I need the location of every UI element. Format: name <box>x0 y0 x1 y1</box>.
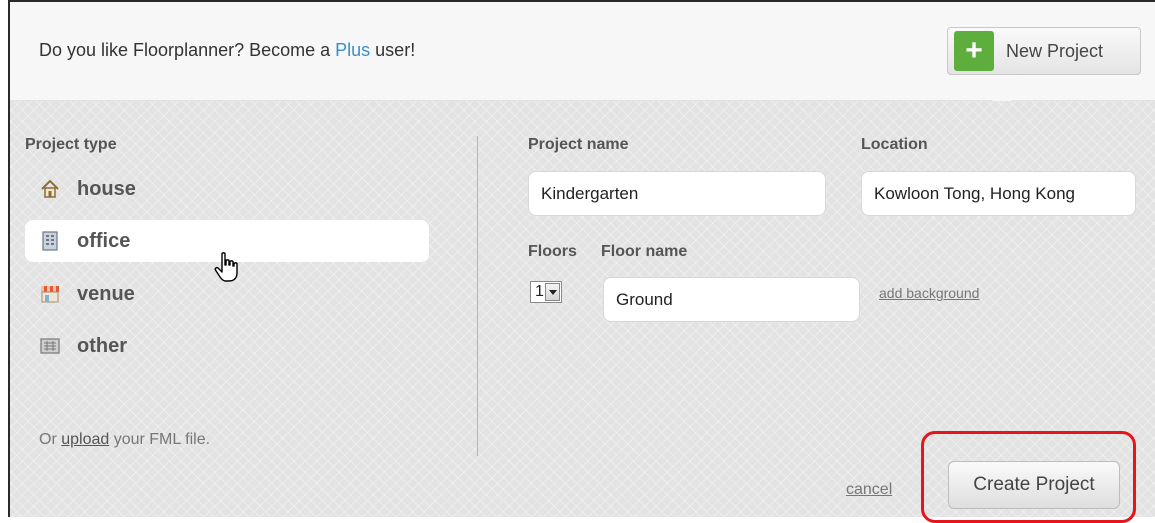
promo-text: Do you like Floorplanner? Become a Plus … <box>39 40 415 61</box>
hand-pointer-icon <box>213 251 241 288</box>
upload-text: Or upload your FML file. <box>39 431 210 449</box>
project-type-label: house <box>77 177 136 200</box>
header-bar: Do you like Floorplanner? Become a Plus … <box>10 2 1155 101</box>
project-type-label: other <box>77 334 127 357</box>
new-project-button[interactable]: + New Project <box>947 27 1141 75</box>
project-type-label: venue <box>77 282 135 305</box>
new-project-label: New Project <box>1006 40 1104 61</box>
upload-prefix: Or <box>39 431 62 448</box>
project-type-heading: Project type <box>25 136 117 153</box>
floor-name-label: Floor name <box>601 243 688 260</box>
location-input[interactable]: Kowloon Tong, Hong Kong <box>861 171 1136 216</box>
floor-name-input[interactable]: Ground <box>603 277 860 322</box>
project-type-label: office <box>77 229 131 252</box>
promo-prefix: Do you like Floorplanner? Become a <box>39 40 336 60</box>
floors-select[interactable]: 1 <box>530 281 562 303</box>
floors-label: Floors <box>528 243 577 260</box>
chevron-down-icon[interactable] <box>545 283 560 301</box>
new-project-panel: Project type house office venue other Or… <box>10 101 1155 517</box>
cancel-link[interactable]: cancel <box>846 481 892 499</box>
venue-storefront-icon <box>40 284 60 304</box>
project-name-label: Project name <box>528 136 629 153</box>
office-building-icon <box>40 231 60 251</box>
add-background-link[interactable]: add background <box>879 285 979 301</box>
project-type-house[interactable]: house <box>25 168 429 210</box>
project-name-input[interactable]: Kindergarten <box>528 171 826 216</box>
create-project-button[interactable]: Create Project <box>948 461 1120 509</box>
plus-icon: + <box>954 31 994 71</box>
house-icon <box>40 179 60 199</box>
other-grid-icon <box>40 336 60 356</box>
column-divider <box>477 136 478 456</box>
promo-suffix: user! <box>370 40 416 60</box>
project-type-other[interactable]: other <box>25 325 429 367</box>
upload-suffix: your FML file. <box>109 431 211 448</box>
location-label: Location <box>861 136 928 153</box>
plus-link[interactable]: Plus <box>335 40 370 60</box>
dialog-frame: Do you like Floorplanner? Become a Plus … <box>8 0 1155 517</box>
upload-link[interactable]: upload <box>61 431 109 448</box>
